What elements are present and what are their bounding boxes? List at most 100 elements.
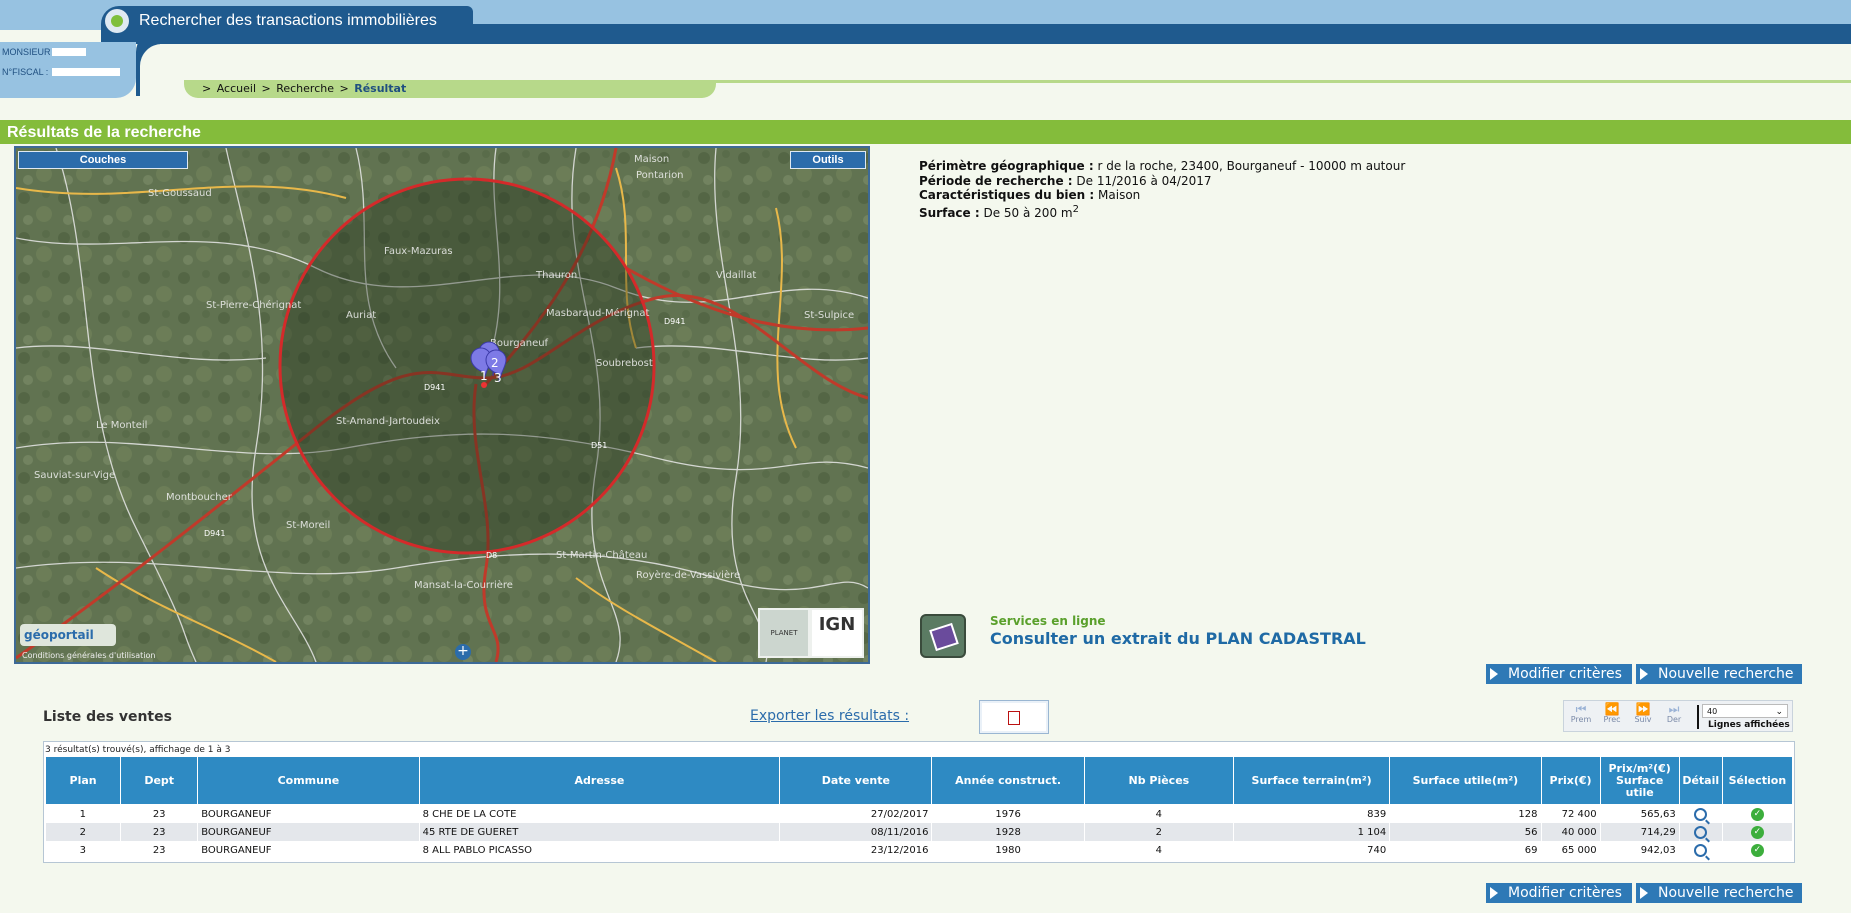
col-surface-utile[interactable]: Surface utile(m²)	[1389, 756, 1542, 805]
ign-logo: IGN	[812, 610, 862, 656]
new-search-button-bottom[interactable]: Nouvelle recherche	[1636, 883, 1802, 903]
svg-text:Vidaillat: Vidaillat	[716, 270, 756, 281]
marker-2: 2	[491, 356, 499, 370]
svg-text:St-Pierre-Chérignat: St-Pierre-Chérignat	[206, 299, 301, 311]
export-link[interactable]: Exporter les résultats :	[750, 708, 909, 724]
check-icon: ✓	[1750, 807, 1764, 821]
check-icon: ✓	[1750, 825, 1764, 839]
svg-text:D51: D51	[591, 441, 607, 450]
svg-text:St-Martin-Château: St-Martin-Château	[556, 549, 647, 561]
search-criteria: Périmètre géographique : r de la roche, …	[919, 159, 1405, 220]
svg-text:D941: D941	[204, 529, 225, 538]
cell-utile: 128	[1389, 804, 1542, 823]
col-pieces[interactable]: Nb Pièces	[1083, 756, 1234, 805]
col-adresse[interactable]: Adresse	[418, 756, 781, 805]
col-dept[interactable]: Dept	[120, 756, 199, 805]
user-name-redacted	[52, 48, 86, 56]
export-pdf-button[interactable]	[979, 700, 1049, 734]
cell-prix-m2: 565,63	[1600, 804, 1680, 823]
svg-text:St-Sulpice: St-Sulpice	[804, 310, 854, 321]
svg-text:Mansat-la-Courrière: Mansat-la-Courrière	[414, 579, 513, 591]
periode-value: De 11/2016 à 04/2017	[1076, 173, 1212, 188]
svg-text:Auriat: Auriat	[346, 310, 376, 321]
results-table: Plan Dept Commune Adresse Date vente Ann…	[44, 756, 1794, 859]
breadcrumb-accueil[interactable]: Accueil	[217, 82, 256, 95]
cadastre-link[interactable]: Consulter un extrait du PLAN CADASTRAL	[990, 629, 1366, 648]
select-button[interactable]: ✓	[1722, 841, 1794, 859]
modify-criteria-button-bottom[interactable]: Modifier critères	[1486, 883, 1632, 903]
cell-pieces: 4	[1084, 841, 1234, 859]
col-plan[interactable]: Plan	[44, 756, 122, 805]
breadcrumb-recherche[interactable]: Recherche	[276, 82, 334, 95]
surface-label: Surface :	[919, 205, 980, 220]
col-selection: Sélection	[1721, 756, 1794, 805]
cell-commune: BOURGANEUF	[197, 823, 420, 841]
col-surface-terrain[interactable]: Surface terrain(m²)	[1232, 756, 1391, 805]
section-title-bar: Résultats de la recherche	[0, 120, 1851, 144]
pager-prev-button[interactable]: ⏪ Prec	[1597, 703, 1627, 724]
cell-prix: 72 400	[1541, 804, 1601, 823]
map-tools-button[interactable]: Outils	[790, 151, 866, 169]
detail-button[interactable]	[1679, 841, 1723, 859]
map-credit[interactable]: Conditions générales d'utilisation	[22, 651, 155, 660]
svg-text:D8: D8	[486, 551, 497, 560]
lines-per-page-select[interactable]: 40 ⌄	[1702, 704, 1788, 718]
col-date-vente[interactable]: Date vente	[779, 756, 933, 805]
svg-text:Masbaraud-Mérignat: Masbaraud-Mérignat	[546, 307, 649, 319]
svg-text:St-Amand-Jartoudeix: St-Amand-Jartoudeix	[336, 416, 440, 427]
pager-last-button[interactable]: ⏭ Der	[1659, 703, 1689, 724]
pager-first-button[interactable]: ⏮ Prem	[1566, 703, 1596, 724]
cell-utile: 56	[1389, 823, 1542, 841]
svg-text:D941: D941	[424, 383, 445, 392]
caracteristiques-label: Caractéristiques du bien :	[919, 188, 1095, 202]
cell-terrain: 1 104	[1233, 823, 1391, 841]
svg-text:Sauviat-sur-Vige: Sauviat-sur-Vige	[34, 470, 115, 481]
surface-unit-exp: 2	[1072, 203, 1079, 215]
lines-label: Lignes affichées	[1708, 720, 1790, 730]
table-row: 2 23 BOURGANEUF 45 RTE DE GUERET 08/11/2…	[45, 823, 1794, 841]
breadcrumb-prefix: >	[202, 82, 212, 95]
marker-3: 3	[494, 371, 502, 385]
table-header-row: Plan Dept Commune Adresse Date vente Ann…	[44, 756, 1794, 805]
map-zoom-plus-button[interactable]: +	[455, 644, 471, 660]
pager-next-button[interactable]: ⏩ Suiv	[1628, 703, 1658, 724]
periode-label: Période de recherche :	[919, 173, 1073, 188]
new-search-button[interactable]: Nouvelle recherche	[1636, 664, 1802, 684]
col-prix-m2[interactable]: Prix/m²(€) Surface utile	[1599, 756, 1680, 805]
results-count: 3 résultat(s) trouvé(s), affichage de 1 …	[45, 745, 231, 755]
app-logo-icon	[105, 9, 129, 33]
map[interactable]: St-Goussaud St-Pierre-Chérignat Bourgane…	[14, 146, 870, 664]
cell-annee: 1928	[931, 823, 1085, 841]
cell-dept: 23	[120, 823, 199, 841]
geoportail-logo: géoportail	[20, 624, 116, 646]
col-commune[interactable]: Commune	[197, 756, 420, 805]
cadastre-icon[interactable]	[920, 614, 966, 658]
col-annee[interactable]: Année construct.	[931, 756, 1085, 805]
select-button[interactable]: ✓	[1722, 823, 1794, 841]
select-button[interactable]: ✓	[1722, 804, 1794, 823]
ign-logos: PLANET OBSERVER IGN	[758, 608, 864, 658]
section-title: Résultats de la recherche	[7, 124, 201, 141]
col-prix[interactable]: Prix(€)	[1540, 756, 1601, 805]
arrow-right-icon	[1640, 668, 1648, 680]
cell-prix: 65 000	[1541, 841, 1601, 859]
pager-separator	[1697, 705, 1699, 729]
svg-text:St-Goussaud: St-Goussaud	[148, 188, 212, 199]
svg-text:Montboucher: Montboucher	[166, 492, 233, 503]
services-label: Services en ligne	[990, 614, 1106, 628]
detail-button[interactable]	[1679, 823, 1723, 841]
surface-value: De 50 à 200 m	[983, 205, 1073, 220]
svg-text:Pontarion: Pontarion	[636, 170, 684, 181]
svg-text:D941: D941	[664, 317, 685, 326]
svg-text:Faux-Mazuras: Faux-Mazuras	[384, 246, 453, 257]
svg-text:Soubrebost: Soubrebost	[596, 358, 653, 369]
breadcrumb-current: Résultat	[354, 82, 407, 95]
modify-criteria-button[interactable]: Modifier critères	[1486, 664, 1632, 684]
cell-dept: 23	[120, 804, 199, 823]
prev-page-icon: ⏪	[1604, 702, 1620, 716]
marker-1: 1	[480, 369, 488, 383]
cell-prix-m2: 714,29	[1600, 823, 1680, 841]
map-layers-button[interactable]: Couches	[18, 151, 188, 169]
detail-button[interactable]	[1679, 804, 1723, 823]
cell-terrain: 839	[1233, 804, 1391, 823]
